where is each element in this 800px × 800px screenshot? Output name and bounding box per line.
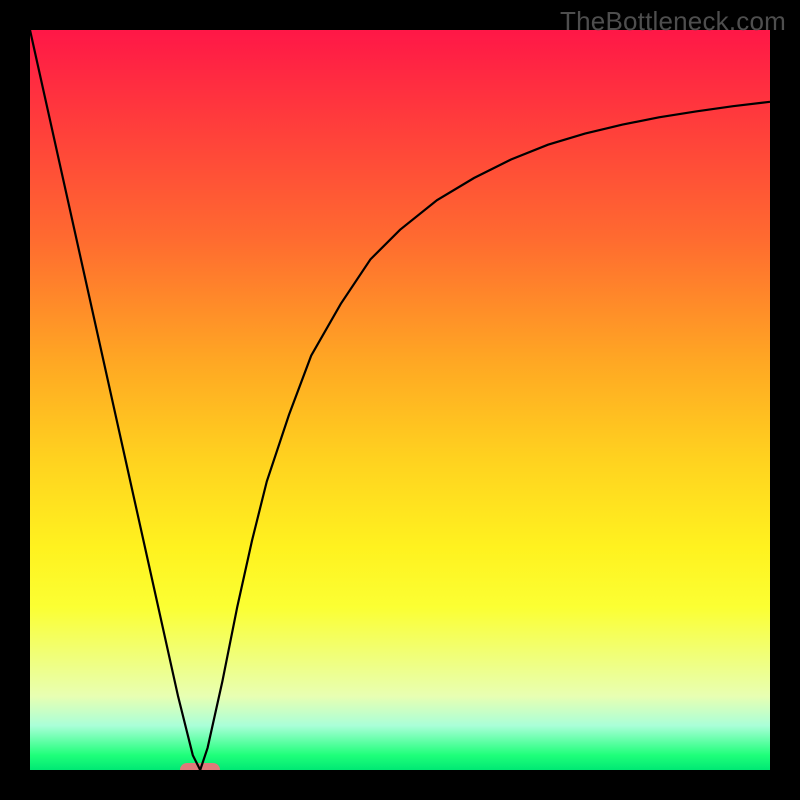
chart-frame: TheBottleneck.com	[0, 0, 800, 800]
curve-path	[30, 30, 770, 770]
plot-area	[30, 30, 770, 770]
watermark-text: TheBottleneck.com	[560, 6, 786, 37]
bottleneck-curve	[30, 30, 770, 770]
